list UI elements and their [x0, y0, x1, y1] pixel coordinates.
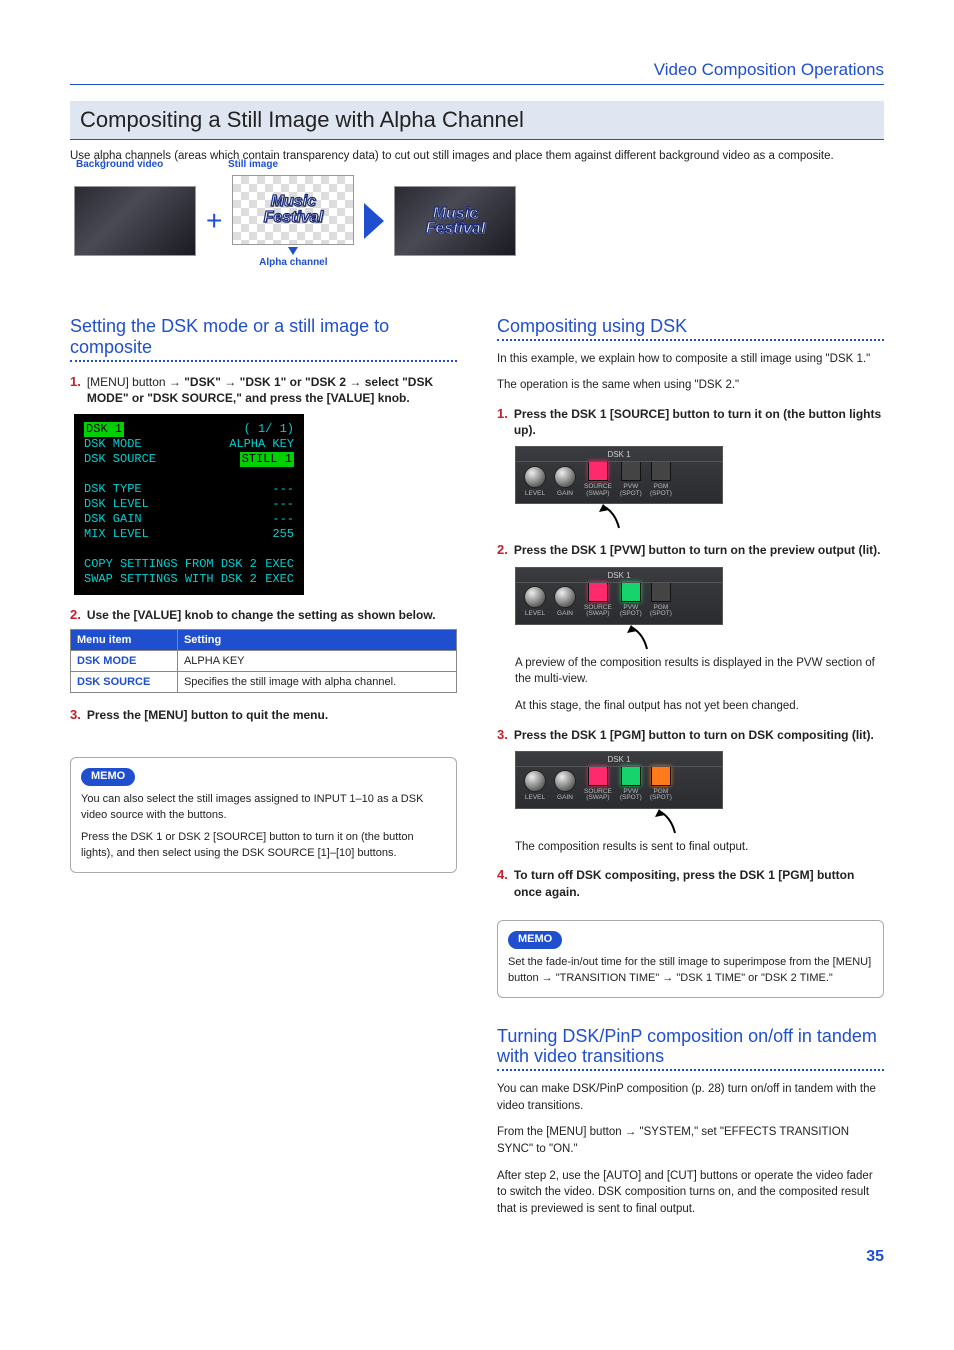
rstep-2-text: Press the DSK 1 [PVW] button to turn on …: [514, 542, 881, 558]
hw-panel-2: LEVEL GAIN SOURCE(SWAP) PVW(SPOT) PGM(SP…: [515, 567, 723, 625]
left-step-2: 2. Use the [VALUE] knob to change the se…: [70, 607, 457, 623]
source-button[interactable]: [588, 461, 608, 481]
still-thumb: Music Festival: [232, 175, 354, 245]
page-number: 35: [70, 1248, 884, 1266]
step-3-text: Press the [MENU] button to quit the menu…: [87, 707, 328, 723]
source-button-3[interactable]: [588, 766, 608, 786]
menu-screenshot: DSK 1 ( 1/ 1) DSK MODE ALPHA KEY DSK SOU…: [74, 414, 304, 595]
pvw-button-3[interactable]: [621, 766, 641, 786]
pvw-button[interactable]: [621, 461, 641, 481]
td-alpha-key: ALPHA KEY: [177, 651, 456, 672]
pgm-button[interactable]: [651, 461, 671, 481]
music-text: Music: [271, 194, 316, 209]
th-setting: Setting: [177, 630, 456, 651]
step-num-3: 3.: [70, 707, 81, 723]
rstep-2-p2: At this stage, the final output has not …: [515, 698, 884, 715]
rstep-3-text: Press the DSK 1 [PGM] button to turn on …: [514, 727, 874, 743]
rstep-4-text: To turn off DSK compositing, press the D…: [514, 867, 884, 899]
composite-thumb: Music Festival: [394, 186, 516, 256]
right-step-2: 2. Press the DSK 1 [PVW] button to turn …: [497, 542, 884, 558]
tandem-heading: Turning DSK/PinP composition on/off in t…: [497, 1026, 884, 1067]
plus-icon: +: [206, 205, 222, 237]
dotted-rule-left: [70, 360, 457, 362]
rstep-num-1: 1.: [497, 406, 508, 438]
dotted-rule-tandem: [497, 1069, 884, 1071]
dotted-rule-right: [497, 339, 884, 341]
td-dsk-mode: DSK MODE: [71, 651, 178, 672]
tandem-p2: From the [MENU] button → "SYSTEM," set "…: [497, 1124, 884, 1157]
left-subheading: Setting the DSK mode or a still image to…: [70, 316, 457, 358]
step-num-2: 2.: [70, 607, 81, 623]
rstep-num-2: 2.: [497, 542, 508, 558]
hw-panel-3: LEVEL GAIN SOURCE(SWAP) PVW(SPOT) PGM(SP…: [515, 751, 723, 809]
level-knob-3[interactable]: [524, 770, 546, 792]
music-festival-logo-1: Music Festival: [233, 176, 353, 244]
bg-video-thumb: [74, 186, 196, 256]
pgm-button-3[interactable]: [651, 766, 671, 786]
pointer-icon-1: [597, 506, 627, 536]
page-heading: Compositing a Still Image with Alpha Cha…: [70, 101, 884, 140]
festival-text: Festival: [264, 210, 324, 225]
festival-text-2: Festival: [426, 221, 486, 236]
right-step-3: 3. Press the DSK 1 [PGM] button to turn …: [497, 727, 884, 743]
left-step-1: 1. [MENU] button → "DSK" → "DSK 1" or "D…: [70, 374, 457, 406]
right-subheading: Compositing using DSK: [497, 316, 884, 337]
step-1-text: [MENU] button → "DSK" → "DSK 1" or "DSK …: [87, 374, 457, 406]
memo-left-p1: You can also select the still images ass…: [81, 792, 446, 824]
right-intro-1: In this example, we explain how to compo…: [497, 351, 884, 368]
section-header: Video Composition Operations: [70, 60, 884, 85]
right-column: Compositing using DSK In this example, w…: [497, 298, 884, 1228]
memo-tag-right: MEMO: [508, 931, 562, 949]
level-knob-2[interactable]: [524, 586, 546, 608]
memo-right-p: Set the fade-in/out time for the still i…: [508, 955, 873, 987]
level-knob[interactable]: [524, 466, 546, 488]
rstep-num-3: 3.: [497, 727, 508, 743]
memo-tag-left: MEMO: [81, 768, 135, 786]
bg-video-label: Background video: [76, 159, 163, 170]
source-button-2[interactable]: [588, 582, 608, 602]
left-step-3: 3. Press the [MENU] button to quit the m…: [70, 707, 457, 723]
rstep-2-p1: A preview of the composition results is …: [515, 655, 884, 688]
music-festival-logo-2: Music Festival: [395, 187, 515, 255]
settings-table: Menu item Setting DSK MODE ALPHA KEY DSK…: [70, 629, 457, 693]
intro-paragraph: Use alpha channels (areas which contain …: [70, 148, 884, 165]
right-step-4: 4. To turn off DSK compositing, press th…: [497, 867, 884, 899]
pointer-icon-3: [653, 811, 683, 841]
left-column: Setting the DSK mode or a still image to…: [70, 298, 457, 1228]
step-num-1: 1.: [70, 374, 81, 406]
td-dsk-source-desc: Specifies the still image with alpha cha…: [177, 672, 456, 693]
gain-knob[interactable]: [554, 466, 576, 488]
td-dsk-source: DSK SOURCE: [71, 672, 178, 693]
gain-knob-2[interactable]: [554, 586, 576, 608]
illustration-row: Background video Still image + Music Fes…: [74, 175, 884, 268]
step-2-text: Use the [VALUE] knob to change the setti…: [87, 607, 436, 623]
alpha-channel-label: Alpha channel: [259, 257, 327, 268]
arrow-right-icon: [364, 203, 384, 239]
alpha-arrow-icon: [288, 247, 298, 255]
pvw-button-2[interactable]: [621, 582, 641, 602]
music-text-2: Music: [433, 206, 478, 221]
tandem-p3: After step 2, use the [AUTO] and [CUT] b…: [497, 1168, 884, 1218]
memo-left-p2: Press the DSK 1 or DSK 2 [SOURCE] button…: [81, 830, 446, 862]
pointer-icon-2: [625, 627, 655, 657]
tandem-p1: You can make DSK/PinP composition (p. 28…: [497, 1081, 884, 1114]
still-image-label: Still image: [228, 159, 278, 170]
gain-knob-3[interactable]: [554, 770, 576, 792]
pgm-button-2[interactable]: [651, 582, 671, 602]
hw-panel-1: LEVEL GAIN SOURCE(SWAP) PVW(SPOT) PGM(SP…: [515, 446, 723, 504]
memo-left: MEMO You can also select the still image…: [70, 757, 457, 873]
rstep-3-p: The composition results is sent to final…: [515, 839, 884, 856]
memo-right: MEMO Set the fade-in/out time for the st…: [497, 920, 884, 998]
rstep-1-text: Press the DSK 1 [SOURCE] button to turn …: [514, 406, 884, 438]
right-step-1: 1. Press the DSK 1 [SOURCE] button to tu…: [497, 406, 884, 438]
rstep-num-4: 4.: [497, 867, 508, 899]
th-menu-item: Menu item: [71, 630, 178, 651]
right-intro-2: The operation is the same when using "DS…: [497, 377, 884, 394]
